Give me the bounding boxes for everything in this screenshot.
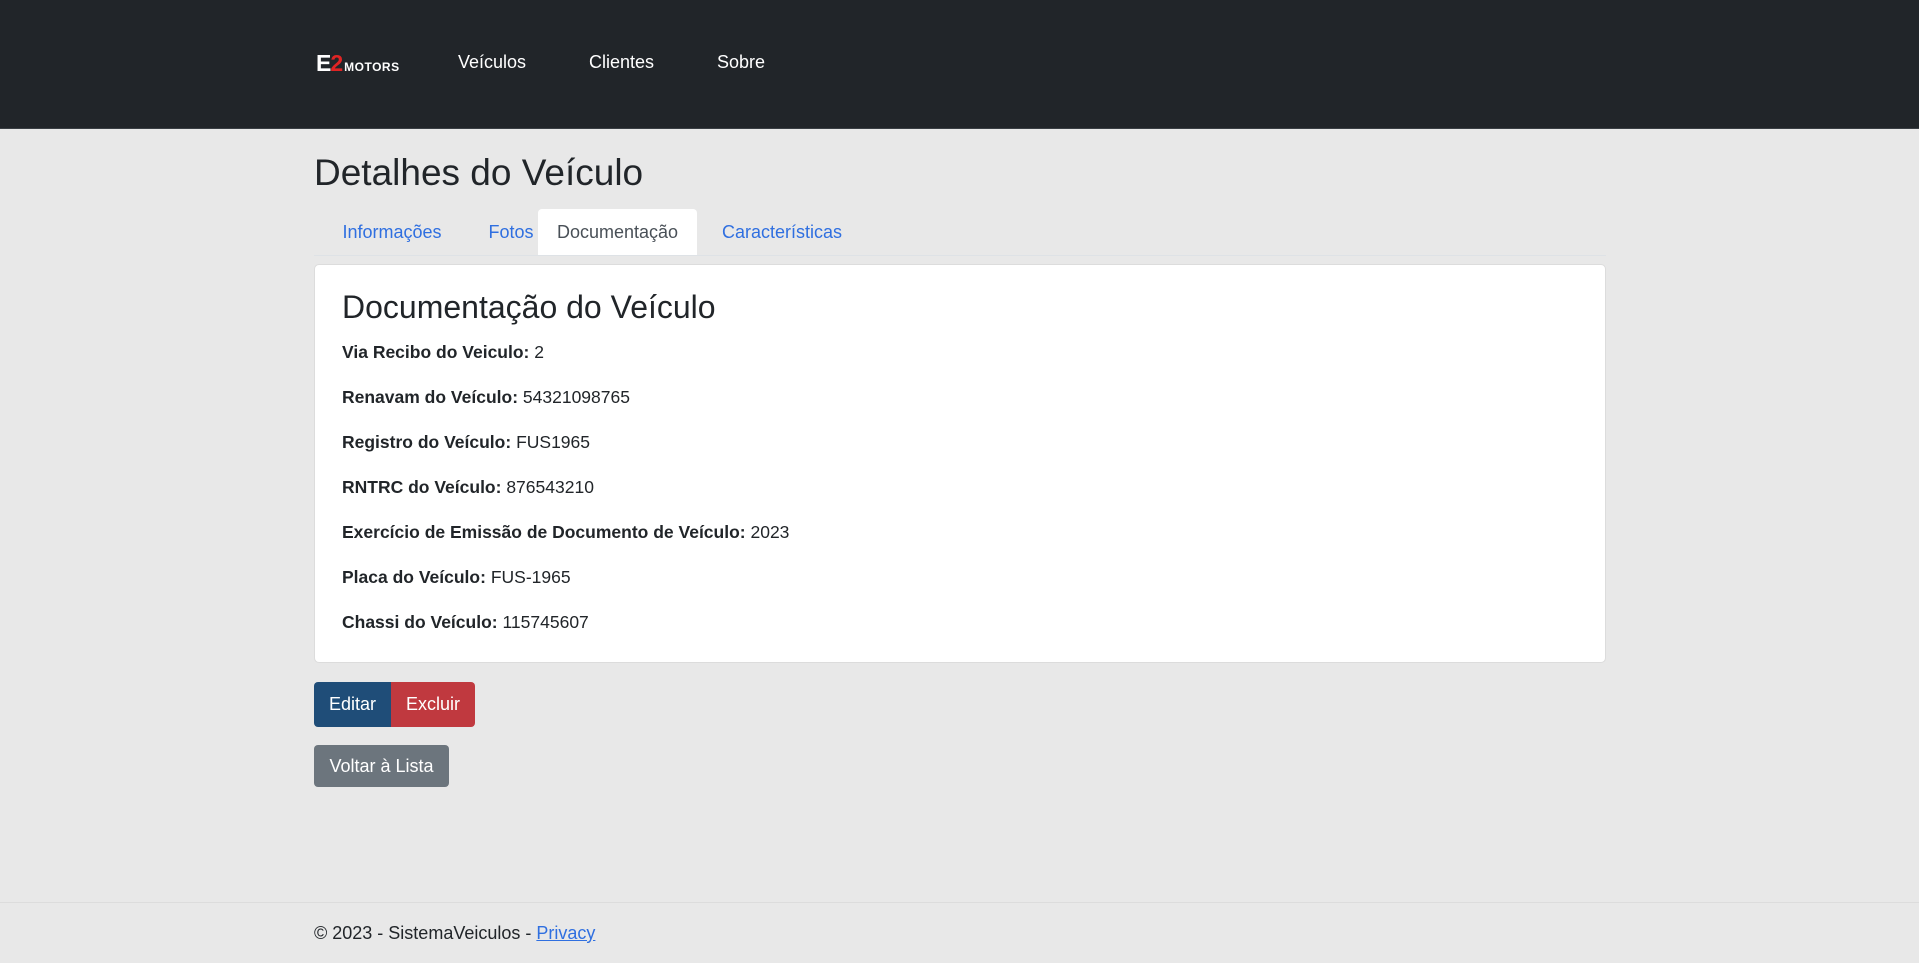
top-navbar: E 2 MOTORS Veículos Clientes Sobre — [0, 0, 1919, 129]
edit-button[interactable]: Editar — [314, 682, 391, 727]
field-label: RNTRC do Veículo: — [342, 477, 502, 497]
field-via-recibo: Via Recibo do Veiculo: 2 — [342, 342, 544, 363]
tab-informacoes[interactable]: Informações — [314, 209, 470, 255]
back-to-list-button[interactable]: Voltar à Lista — [314, 745, 449, 787]
field-value: FUS-1965 — [490, 567, 571, 587]
tab-caracteristicas[interactable]: Características — [697, 209, 867, 255]
brand-logo-motors: MOTORS — [344, 60, 400, 74]
field-value: 54321098765 — [522, 387, 630, 407]
field-label: Registro do Veículo: — [342, 432, 512, 452]
documentation-card: Documentação do Veículo Via Recibo do Ve… — [314, 264, 1606, 663]
field-label: Exercício de Emissão de Documento de Veí… — [342, 522, 746, 542]
brand-logo-e: E — [316, 50, 331, 76]
brand-logo[interactable]: E 2 MOTORS — [316, 50, 400, 76]
privacy-link[interactable]: Privacy — [536, 923, 595, 943]
nav-link-sobre[interactable]: Sobre — [717, 52, 765, 73]
field-value: 2023 — [750, 522, 790, 542]
delete-button[interactable]: Excluir — [391, 682, 475, 727]
footer-copyright: © 2023 - SistemaVeiculos - — [314, 923, 537, 943]
field-chassi: Chassi do Veículo: 115745607 — [342, 612, 589, 633]
page-title: Detalhes do Veículo — [314, 152, 644, 193]
field-rntrc: RNTRC do Veículo: 876543210 — [342, 477, 594, 498]
footer-text: © 2023 - SistemaVeiculos - Privacy — [314, 923, 595, 944]
field-value: 876543210 — [506, 477, 594, 497]
field-placa: Placa do Veículo: FUS-1965 — [342, 567, 571, 588]
field-value: 2 — [534, 342, 544, 362]
tab-documentacao[interactable]: Documentação — [538, 209, 697, 255]
field-label: Via Recibo do Veiculo: — [342, 342, 530, 362]
field-exercicio: Exercício de Emissão de Documento de Veí… — [342, 522, 789, 543]
card-title: Documentação do Veículo — [342, 289, 716, 325]
field-value: 115745607 — [502, 612, 589, 632]
tab-bar: Informações Fotos Documentação Caracterí… — [314, 209, 1606, 256]
field-renavam: Renavam do Veículo: 54321098765 — [342, 387, 630, 408]
brand-logo-2: 2 — [330, 50, 344, 76]
nav-link-veiculos[interactable]: Veículos — [458, 52, 526, 73]
field-label: Placa do Veículo: — [342, 567, 486, 587]
field-label: Renavam do Veículo: — [342, 387, 519, 407]
field-value: FUS1965 — [516, 432, 591, 452]
nav-link-clientes[interactable]: Clientes — [589, 52, 654, 73]
field-registro: Registro do Veículo: FUS1965 — [342, 432, 590, 453]
field-label: Chassi do Veículo: — [342, 612, 498, 632]
footer: © 2023 - SistemaVeiculos - Privacy — [0, 902, 1919, 963]
